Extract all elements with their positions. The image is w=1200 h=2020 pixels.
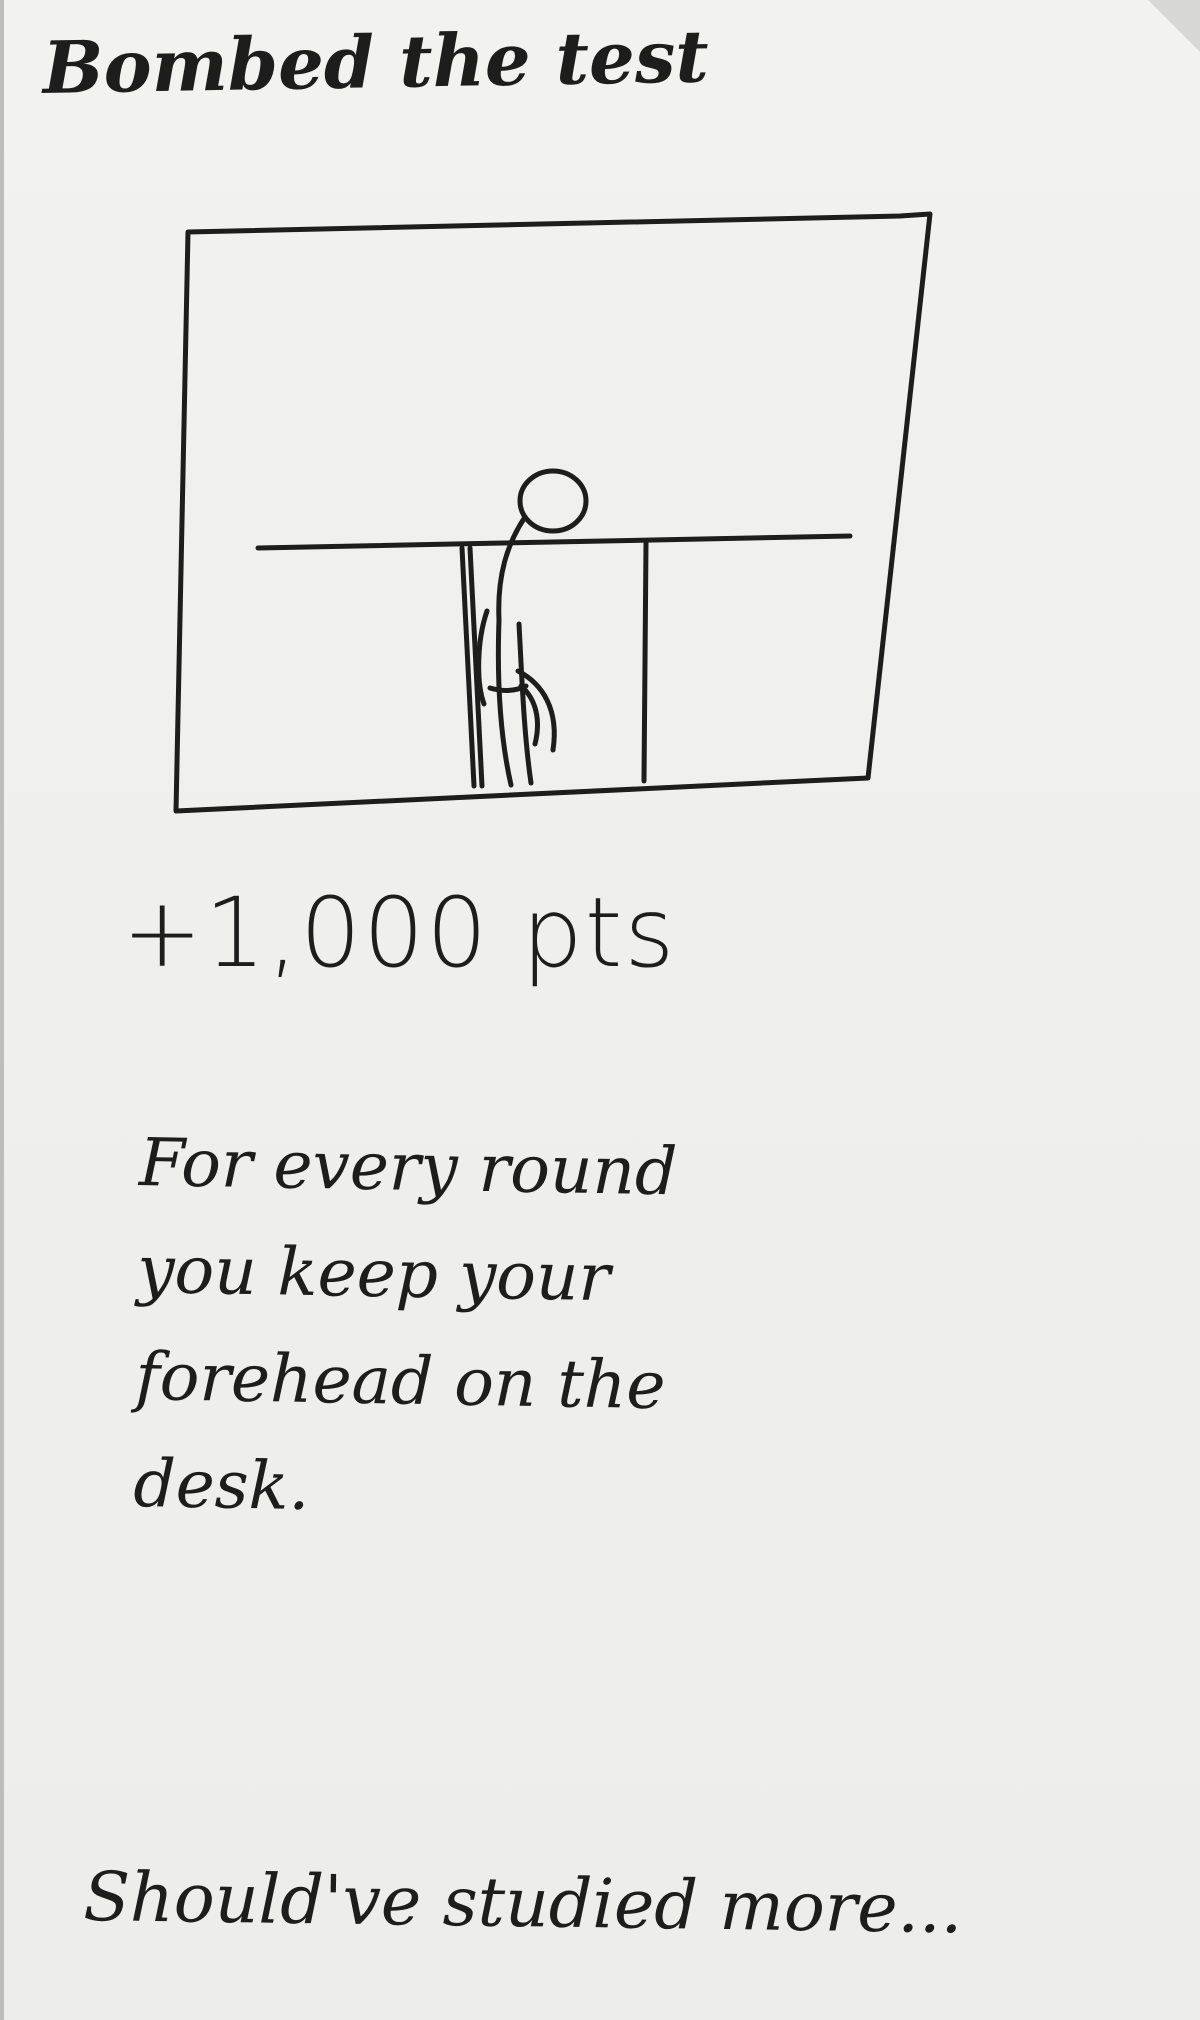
student-back — [495, 617, 514, 788]
desk-top-line — [255, 533, 853, 551]
card-description: For every round you keep your forehead o… — [132, 1123, 678, 1525]
desk-leg-left — [459, 545, 477, 789]
student-arm-right — [515, 668, 557, 753]
card-left-edge — [0, 0, 4, 2020]
desk-sketch — [173, 211, 933, 814]
desk-leg-right — [641, 540, 649, 784]
student-hip-line — [487, 683, 529, 693]
points-value: +1,000 pts — [122, 877, 677, 989]
card-title: Bombed the test — [41, 13, 710, 110]
sketch-frame — [173, 211, 933, 814]
student-arm-left — [476, 608, 490, 707]
student-arm-right-inner — [518, 683, 540, 747]
desk-leg-left-inner — [467, 545, 485, 789]
student-neck-back — [496, 514, 528, 623]
student-head — [517, 468, 589, 534]
card-footer-note: Should've studied more... — [82, 1858, 964, 1950]
student-body-front — [516, 621, 534, 786]
game-card: Bombed the test +1,000 pts For every rou… — [0, 0, 1200, 2020]
card-corner — [1148, 0, 1200, 52]
